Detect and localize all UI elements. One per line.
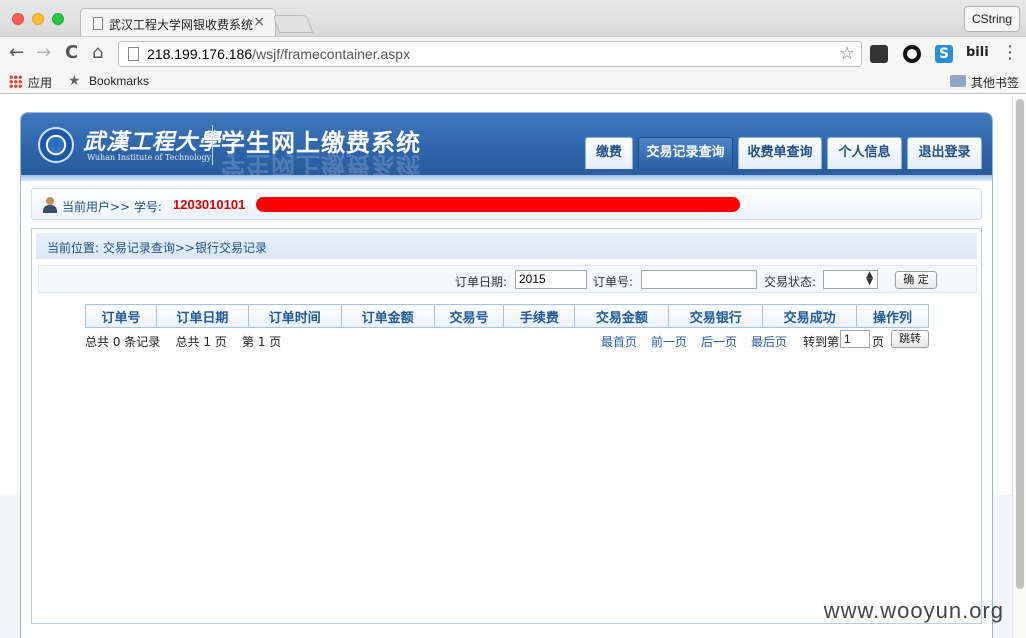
extension-bili-icon[interactable]: bili [966, 45, 989, 63]
page-info-icon [128, 47, 139, 61]
pager-summary: 总共 0 条记录 总共 1 页 第 1 页 [85, 335, 282, 349]
apps-grid-icon[interactable] [9, 75, 22, 88]
col-order-amount[interactable]: 订单金额 [340, 304, 435, 328]
page-scrollbar[interactable] [1012, 95, 1026, 638]
col-order-date[interactable]: 订单日期 [155, 304, 249, 328]
watermark: www.wooyun.org [823, 598, 1004, 623]
bookmark-apps[interactable]: 应用 [28, 74, 52, 91]
browser-toolbar: ← → C ⌂ 218.199.176.186/wsjf/framecontai… [0, 36, 1026, 70]
order-number-input[interactable] [641, 270, 757, 289]
browser-tab[interactable]: 武汉工程大学网银收费系统 × [80, 8, 276, 37]
school-emblem-icon [38, 127, 74, 163]
trade-status-select[interactable]: ▲ ▼ [823, 270, 878, 289]
new-tab-button[interactable] [272, 15, 314, 33]
student-id: 1203010101 [173, 197, 246, 212]
profile-button[interactable]: CString [963, 6, 1020, 32]
minimize-window-button[interactable] [32, 13, 44, 25]
scrollbar-thumb[interactable] [1016, 99, 1024, 589]
url-text[interactable]: 218.199.176.186/wsjf/framecontainer.aspx [147, 46, 410, 62]
confirm-button[interactable]: 确 定 [895, 271, 937, 289]
school-name-cn: 武漢工程大學 [83, 129, 222, 155]
select-arrows-icon: ▲ ▼ [866, 270, 873, 287]
browser-menu-icon[interactable]: ⋮ [1001, 42, 1019, 63]
col-trade-no[interactable]: 交易号 [433, 304, 505, 328]
goto-label: 转到第 [803, 335, 840, 349]
first-page-link[interactable]: 最首页 [601, 333, 637, 350]
tab-pay[interactable]: 缴费 [585, 137, 633, 169]
close-window-button[interactable] [12, 13, 24, 25]
user-avatar-icon [42, 197, 58, 213]
current-user-label: 当前用户>> 学号: [62, 200, 162, 214]
trade-status-label: 交易状态: [764, 275, 817, 289]
prev-page-link[interactable]: 前一页 [651, 333, 687, 350]
current-user-bar: 当前用户>> 学号: 1203010101 [31, 188, 982, 220]
url-host: 218.199.176.186 [147, 46, 253, 62]
browser-titlebar: 武汉工程大学网银收费系统 × CString [0, 0, 1026, 37]
extension-s-icon[interactable]: S [935, 45, 953, 63]
address-bar[interactable]: 218.199.176.186/wsjf/framecontainer.aspx… [118, 41, 862, 67]
next-page-link[interactable]: 后一页 [701, 333, 737, 350]
app-frame: 武漢工程大學 Wuhan Institute of Technology 学生网… [20, 112, 993, 638]
tab-records[interactable]: 交易记录查询 [638, 137, 733, 169]
banner-strip [21, 175, 992, 181]
reload-icon[interactable]: C [65, 42, 78, 63]
col-order-time[interactable]: 订单时间 [247, 304, 342, 328]
col-trade-amount[interactable]: 交易金额 [574, 304, 670, 328]
tab-close-icon[interactable]: × [253, 14, 265, 30]
page-suffix: 页 [872, 335, 885, 349]
folder-icon [950, 75, 966, 87]
extension-icon-2[interactable] [903, 45, 921, 63]
tab-receipts[interactable]: 收费单查询 [738, 137, 822, 169]
col-order-no[interactable]: 订单号 [85, 304, 157, 328]
col-actions[interactable]: 操作列 [856, 304, 929, 328]
col-success[interactable]: 交易成功 [762, 304, 858, 328]
tab-logout[interactable]: 退出登录 [907, 137, 982, 169]
header-banner: 武漢工程大學 Wuhan Institute of Technology 学生网… [21, 113, 992, 179]
bookmark-bookmarks[interactable]: Bookmarks [89, 74, 149, 88]
table-header-row: 订单号 订单日期 订单时间 订单金额 交易号 手续费 交易金额 交易银行 交易成… [85, 304, 929, 328]
pager: 总共 0 条记录 总共 1 页 第 1 页 最首页 前一页 后一页 最后页 转到… [85, 330, 929, 350]
forward-arrow-icon[interactable]: → [36, 42, 51, 63]
logo-divider [212, 125, 213, 165]
breadcrumb-bar: 当前位置: 交易记录查询>>银行交易记录 [36, 233, 977, 259]
bookmarks-star-icon: ★ [68, 72, 81, 88]
redaction-mark [256, 197, 740, 212]
page-viewport: 武漢工程大學 Wuhan Institute of Technology 学生网… [0, 95, 1012, 638]
col-bank[interactable]: 交易银行 [668, 304, 764, 328]
bookmark-other[interactable]: 其他书签 [971, 74, 1019, 91]
order-date-label: 订单日期: [455, 275, 508, 289]
back-arrow-icon[interactable]: ← [9, 42, 24, 63]
page-icon [93, 17, 103, 30]
main-nav: 缴费 交易记录查询 收费单查询 个人信息 退出登录 [585, 137, 982, 169]
url-path: /wsjf/framecontainer.aspx [252, 46, 411, 62]
school-name-en: Wuhan Institute of Technology [87, 153, 212, 162]
main-content: 当前位置: 交易记录查询>>银行交易记录 订单日期: 2015 订单号: 交易状… [31, 228, 982, 624]
records-table: 订单号 订单日期 订单时间 订单金额 交易号 手续费 交易金额 交易银行 交易成… [85, 304, 929, 328]
tab-profile[interactable]: 个人信息 [827, 137, 902, 169]
order-date-input[interactable]: 2015 [515, 270, 587, 289]
last-page-link[interactable]: 最后页 [751, 333, 787, 350]
bookmark-star-icon[interactable]: ☆ [839, 43, 855, 64]
bookmarks-bar: 应用 ★ Bookmarks 其他书签 [0, 70, 1026, 94]
filter-bar: 订单日期: 2015 订单号: 交易状态: ▲ ▼ 确 定 [38, 265, 977, 293]
maximize-window-button[interactable] [52, 13, 64, 25]
goto-page-input[interactable]: 1 [840, 330, 870, 348]
extension-icon-1[interactable] [870, 45, 888, 63]
breadcrumb: 当前位置: 交易记录查询>>银行交易记录 [47, 241, 267, 255]
home-icon[interactable]: ⌂ [92, 42, 103, 63]
tab-title: 武汉工程大学网银收费系统 [109, 18, 254, 32]
col-fee[interactable]: 手续费 [503, 304, 576, 328]
order-number-label: 订单号: [593, 275, 634, 289]
jump-button[interactable]: 跳转 [891, 330, 929, 348]
